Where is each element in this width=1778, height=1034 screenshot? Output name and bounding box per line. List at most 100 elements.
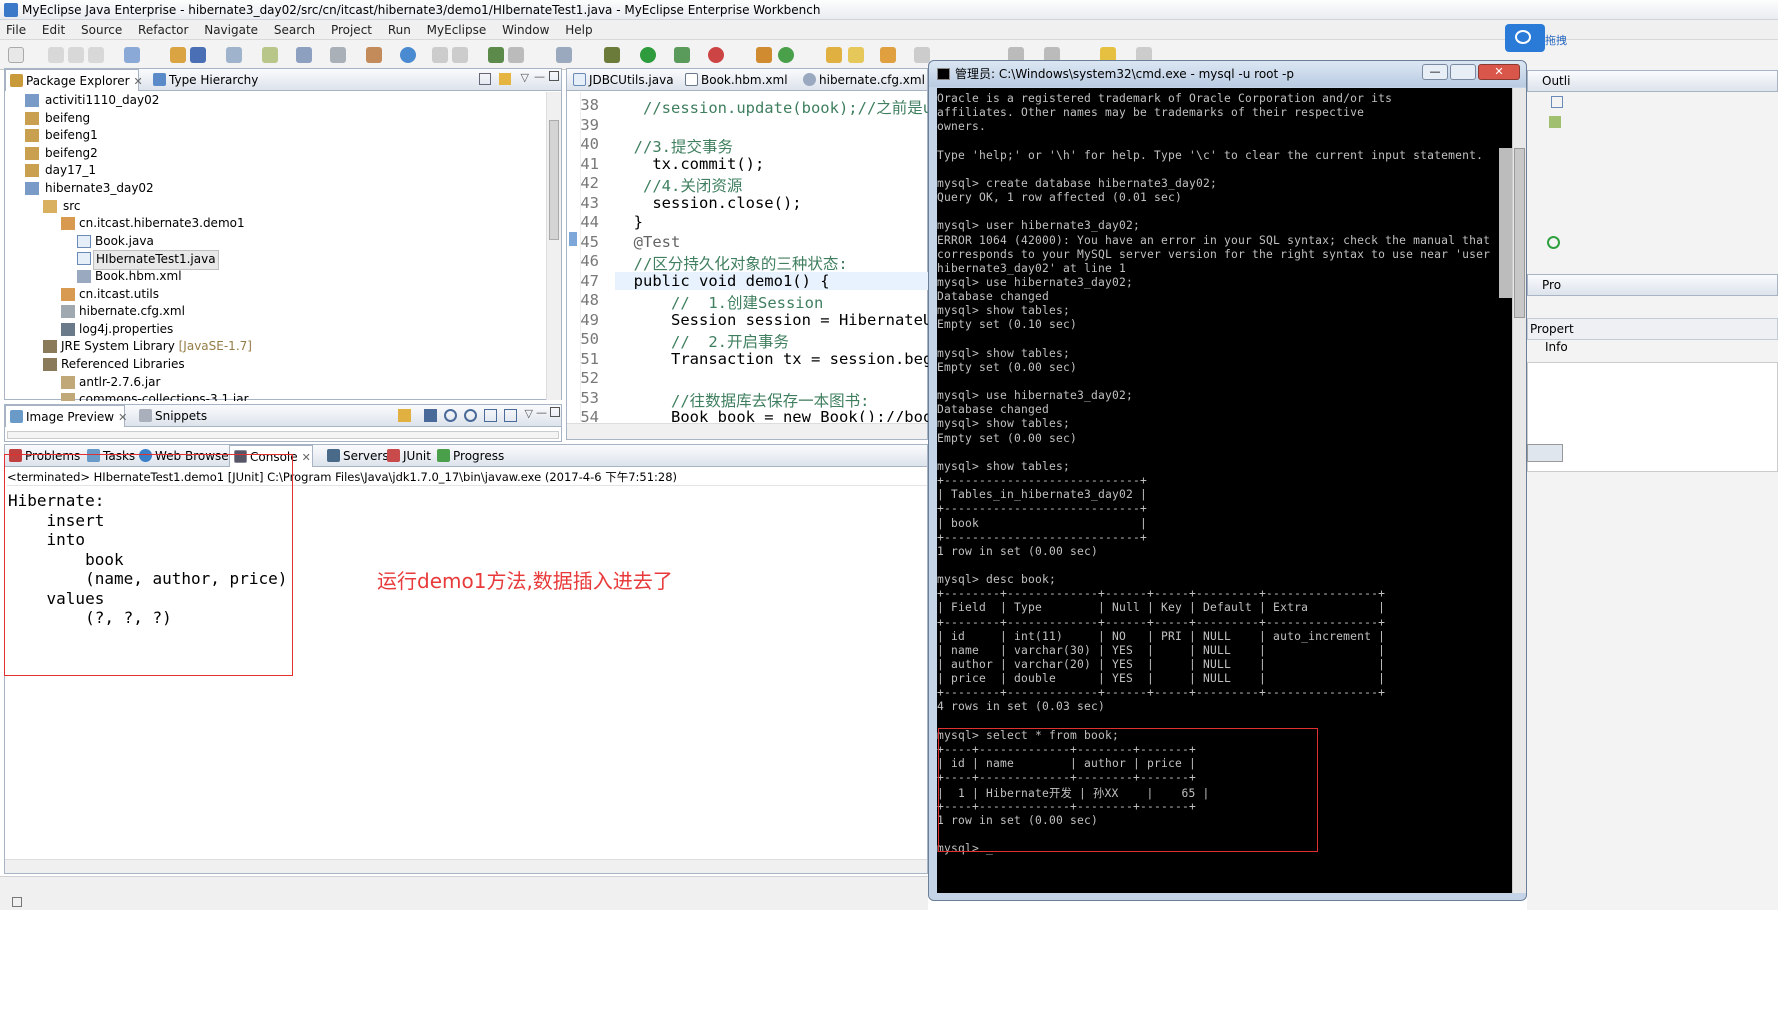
menu-myeclipse[interactable]: MyEclipse [427,20,487,40]
bug-icon[interactable] [604,47,620,63]
browser-icon[interactable] [400,47,416,63]
tree-scrollbar[interactable] [546,92,561,400]
tab-pro[interactable]: Pro [1527,274,1778,296]
menu-run[interactable]: Run [388,20,411,40]
tab-outline[interactable]: Outli [1527,70,1778,92]
package-icon[interactable] [170,47,186,63]
minimize-icon[interactable]: — [536,406,547,419]
debug-config-icon[interactable] [488,47,504,63]
refresh-icon[interactable] [452,47,468,63]
tree-item[interactable]: activiti1110_day02 [5,92,545,110]
menu-project[interactable]: Project [331,20,372,40]
console-hscrollbar[interactable] [5,859,927,873]
tree-item[interactable]: day17_1 [5,162,545,180]
close-icon[interactable]: ✕ [118,411,127,424]
tree-item[interactable]: src [5,198,545,216]
save-all-icon[interactable] [68,47,84,63]
drag-label[interactable]: 拖拽 [1545,32,1567,48]
zoom-in-icon[interactable] [464,409,477,422]
menu-refactor[interactable]: Refactor [138,20,188,40]
tree-item[interactable]: hibernate3_day02 [5,180,545,198]
tree-item-selected[interactable]: HIbernateTest1.java [5,250,545,270]
minimize-icon[interactable]: — [534,70,545,83]
zoom-out-icon[interactable] [444,409,457,422]
tool-button[interactable] [1505,24,1545,52]
tree-item[interactable]: beifeng1 [5,127,545,145]
close-icon[interactable]: ✕ [134,75,143,88]
tab-progress[interactable]: Progress [433,445,513,467]
tools-icon[interactable] [366,47,382,63]
tree-item[interactable]: log4j.properties [5,321,545,339]
tab-servers[interactable]: Servers [323,445,389,467]
new-class-icon[interactable] [756,47,772,63]
tab-jdbcutils[interactable]: JDBCUtils.java [569,69,677,91]
tree-item[interactable]: Book.hbm.xml [5,268,545,286]
fit-window-icon[interactable] [504,409,517,422]
run-last-icon[interactable] [674,47,690,63]
outline-sort-icon[interactable] [1549,116,1561,128]
cmd-title-bar[interactable]: 管理员: C:\Windows\system32\cmd.exe - mysql… [929,61,1526,87]
tree-item[interactable]: beifeng2 [5,145,545,163]
tab-properties[interactable]: Propert [1527,318,1778,340]
new-icon[interactable] [8,47,24,63]
new-project-icon[interactable] [124,47,140,63]
open-folder-icon[interactable] [880,47,896,63]
tab-snippets[interactable]: Snippets [135,405,211,427]
tab-type-hierarchy[interactable]: Type Hierarchy [149,69,259,91]
menu-search[interactable]: Search [274,20,315,40]
preview-tool-icon[interactable] [398,409,411,422]
sync-icon[interactable] [508,47,524,63]
tree-item[interactable]: JRE System Library [JavaSE-1.7] [5,338,545,356]
minimize-button[interactable]: — [1422,64,1448,80]
open-type-icon[interactable] [826,47,842,63]
scrollbar-thumb[interactable] [1514,148,1525,318]
tab-image-preview[interactable]: Image Preview ✕ [5,405,127,427]
maximize-button[interactable] [1450,64,1476,80]
tree-item[interactable]: cn.itcast.hibernate3.demo1 [5,215,545,233]
close-icon[interactable]: ✕ [302,451,311,464]
actual-size-icon[interactable] [484,409,497,422]
view-menu-icon[interactable]: ▽ [521,71,529,84]
tree-item[interactable]: commons-collections-3.1.jar [5,391,545,402]
print-icon[interactable] [88,47,104,63]
tab-junit[interactable]: JUnit [383,445,437,467]
menu-navigate[interactable]: Navigate [204,20,258,40]
tab-package-explorer[interactable]: Package Explorer ✕ [5,69,143,91]
collapse-all-icon[interactable] [479,73,491,85]
maximize-icon[interactable] [550,407,560,417]
editor-hscrollbar[interactable] [567,423,927,439]
menu-help[interactable]: Help [565,20,592,40]
menu-file[interactable]: File [6,20,26,40]
refresh-icon[interactable] [1547,236,1560,249]
tree-item[interactable]: hibernate.cfg.xml [5,303,545,321]
cmd-scrollbar-thumb[interactable] [1499,148,1513,298]
zoom-fit-icon[interactable] [424,409,437,422]
run-config-icon[interactable] [330,47,346,63]
server-icon[interactable] [190,47,206,63]
maximize-icon[interactable] [549,71,559,81]
tree-item[interactable]: beifeng [5,110,545,128]
external-tools-icon[interactable] [708,47,724,63]
save-icon[interactable] [48,47,64,63]
tree-item[interactable]: cn.itcast.utils [5,286,545,304]
outline-tool-icon[interactable] [1551,96,1563,108]
restore-icon[interactable] [1527,444,1563,462]
tree-item[interactable]: Book.java [5,233,545,251]
tree-item[interactable]: Referenced Libraries [5,356,545,374]
menu-source[interactable]: Source [81,20,122,40]
menu-window[interactable]: Window [502,20,549,40]
link-editor-icon[interactable] [499,73,511,85]
view-menu-icon[interactable]: ▽ [525,407,533,420]
open-icon[interactable] [432,47,448,63]
menu-edit[interactable]: Edit [42,20,65,40]
fast-view-icon[interactable] [12,897,22,907]
search-icon[interactable] [296,47,312,63]
scrollbar-thumb[interactable] [549,120,559,240]
pencil-icon[interactable] [848,47,864,63]
tree-item[interactable]: antlr-2.7.6.jar [5,374,545,392]
code-area[interactable]: 38 39 40 41 42 43 44 45 46 47 48 49 50 5… [567,92,929,422]
refresh-green-icon[interactable] [778,47,794,63]
preview-scrollbar[interactable] [7,431,559,439]
tab-hibernate-cfg-xml[interactable]: hibernate.cfg.xml [799,69,929,91]
run-icon[interactable] [640,47,656,63]
